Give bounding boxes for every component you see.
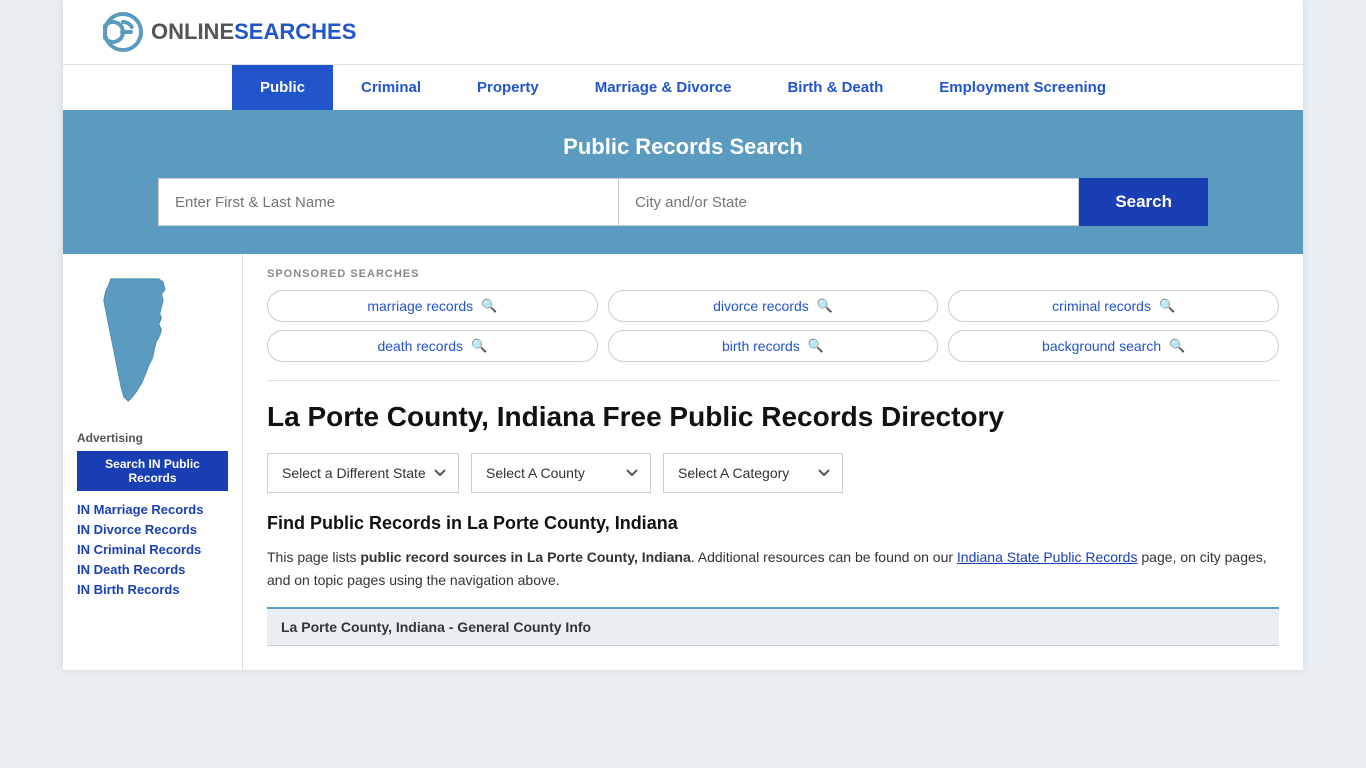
site-header: ONLINESEARCHES [63,0,1303,64]
name-input[interactable] [158,178,618,226]
sponsored-section: SPONSORED SEARCHES marriage records 🔍 di… [267,254,1279,381]
category-dropdown[interactable]: Select A Category [663,453,843,493]
search-button[interactable]: Search [1079,178,1208,226]
tag-criminal[interactable]: criminal records 🔍 [948,290,1279,322]
tag-birth-label: birth records [722,338,800,354]
search-banner-title: Public Records Search [103,134,1263,160]
main-content: SPONSORED SEARCHES marriage records 🔍 di… [243,254,1303,670]
sidebar-links: IN Marriage Records IN Divorce Records I… [77,501,228,597]
sponsored-label: SPONSORED SEARCHES [267,268,1279,280]
search-tags-row-1: marriage records 🔍 divorce records 🔍 cri… [267,290,1279,322]
sidebar-link-criminal[interactable]: IN Criminal Records [77,541,228,557]
find-records-title: Find Public Records in La Porte County, … [267,513,1279,534]
logo-searches: SEARCHES [234,19,356,44]
county-dropdown[interactable]: Select A County [471,453,651,493]
dropdown-row: Select a Different State Select A County… [267,453,1279,493]
county-info-bar: La Porte County, Indiana - General Count… [267,607,1279,646]
sidebar: Advertising Search IN Public Records IN … [63,254,243,670]
content-row: Advertising Search IN Public Records IN … [63,254,1303,670]
logo-icon [103,12,143,52]
search-icon-1: 🔍 [481,298,497,314]
tag-birth[interactable]: birth records 🔍 [608,330,939,362]
nav-marriage-divorce[interactable]: Marriage & Divorce [567,65,760,110]
indiana-map [77,270,228,413]
logo-text: ONLINESEARCHES [151,19,356,45]
find-text-1: This page lists [267,549,360,565]
tag-criminal-label: criminal records [1052,298,1151,314]
search-in-button[interactable]: Search IN Public Records [77,451,228,491]
main-nav: Public Criminal Property Marriage & Divo… [63,64,1303,110]
search-icon-3: 🔍 [1159,298,1175,314]
sidebar-link-death[interactable]: IN Death Records [77,561,228,577]
search-icon-2: 🔍 [817,298,833,314]
find-link[interactable]: Indiana State Public Records [957,549,1138,565]
sidebar-link-divorce[interactable]: IN Divorce Records [77,521,228,537]
sidebar-link-birth[interactable]: IN Birth Records [77,581,228,597]
find-text-2: . Additional resources can be found on o… [691,549,957,565]
tag-marriage[interactable]: marriage records 🔍 [267,290,598,322]
logo-online: ONLINE [151,19,234,44]
search-banner: Public Records Search Search [63,110,1303,254]
find-text-bold: public record sources in La Porte County… [360,549,690,565]
search-icon-6: 🔍 [1169,338,1185,354]
find-records-text: This page lists public record sources in… [267,546,1279,591]
search-icon-5: 🔍 [808,338,824,354]
nav-birth-death[interactable]: Birth & Death [759,65,911,110]
tag-divorce[interactable]: divorce records 🔍 [608,290,939,322]
tag-death-label: death records [377,338,463,354]
indiana-map-svg [77,270,197,410]
tag-divorce-label: divorce records [713,298,809,314]
tag-marriage-label: marriage records [367,298,473,314]
search-tags-row-2: death records 🔍 birth records 🔍 backgrou… [267,330,1279,362]
nav-criminal[interactable]: Criminal [333,65,449,110]
location-input[interactable] [618,178,1079,226]
nav-employment[interactable]: Employment Screening [911,65,1134,110]
nav-public[interactable]: Public [232,65,333,110]
tag-background[interactable]: background search 🔍 [948,330,1279,362]
tag-death[interactable]: death records 🔍 [267,330,598,362]
advertising-label: Advertising [77,431,228,445]
page-title: La Porte County, Indiana Free Public Rec… [267,399,1279,435]
nav-property[interactable]: Property [449,65,567,110]
search-icon-4: 🔍 [471,338,487,354]
logo[interactable]: ONLINESEARCHES [103,12,356,52]
tag-background-label: background search [1042,338,1161,354]
state-dropdown[interactable]: Select a Different State [267,453,459,493]
sidebar-link-marriage[interactable]: IN Marriage Records [77,501,228,517]
search-form: Search [158,178,1208,226]
